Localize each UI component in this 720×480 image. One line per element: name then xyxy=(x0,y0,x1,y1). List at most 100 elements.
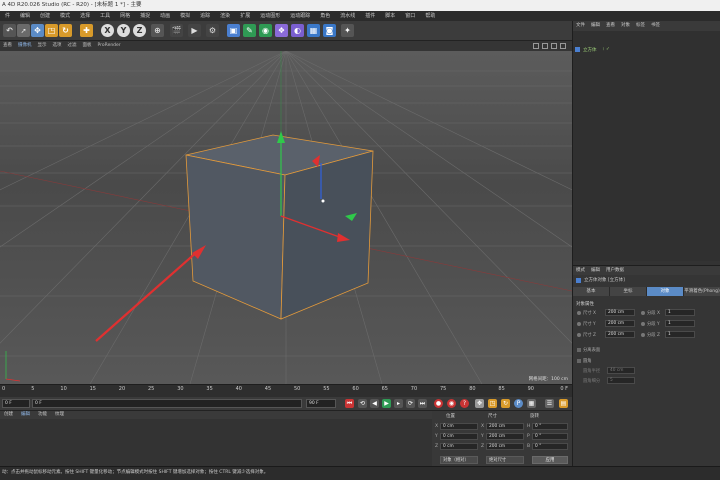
coordinate-system-button[interactable]: ⊕ xyxy=(151,24,164,37)
render-settings-button[interactable]: ⚙ xyxy=(206,24,219,37)
tab-object[interactable]: 对象 xyxy=(647,287,684,296)
vp-menu-options[interactable]: 选项 xyxy=(50,41,65,51)
material-menu-function[interactable]: 功能 xyxy=(34,411,51,419)
separate-surfaces-row[interactable]: 分离表面 xyxy=(577,347,600,353)
attr-menu-mode[interactable]: 模式 xyxy=(573,266,588,275)
size-z-field[interactable]: 200 cm xyxy=(486,443,524,450)
current-frame-slider[interactable]: 0 F xyxy=(32,399,302,408)
fillet-subdivision-input[interactable]: 5 xyxy=(607,377,635,384)
light-button[interactable]: ✦ xyxy=(341,24,354,37)
rotation-key-button[interactable]: ↻ xyxy=(501,399,510,408)
rotation-h-field[interactable]: 0 ° xyxy=(532,423,568,430)
menu-item-16[interactable]: 流水线 xyxy=(335,11,360,21)
next-frame-button[interactable]: ▸ xyxy=(394,399,403,408)
size-x-input[interactable]: 200 cm xyxy=(605,309,635,316)
om-menu-view[interactable]: 查看 xyxy=(603,21,618,31)
object-manager-list[interactable]: 立方体 ⁝ ✓ xyxy=(573,31,720,261)
om-menu-tags[interactable]: 标签 xyxy=(633,21,648,31)
menu-item-15[interactable]: 角色 xyxy=(315,11,335,21)
scale-key-button[interactable]: ◳ xyxy=(488,399,497,408)
zoom-icon[interactable] xyxy=(542,43,548,49)
material-menu-create[interactable]: 创建 xyxy=(0,411,17,419)
fillet-radius-input[interactable]: 40 cm xyxy=(607,367,635,374)
film-button[interactable]: ▤ xyxy=(559,399,568,408)
timeline-menu-button[interactable]: ☰ xyxy=(545,399,554,408)
go-to-end-button[interactable]: ⏭ xyxy=(418,399,427,408)
segments-y-input[interactable]: 1 xyxy=(665,320,695,327)
size-x-field[interactable]: 200 cm xyxy=(486,423,524,430)
end-frame-field[interactable]: 90 F xyxy=(306,399,336,408)
camera-button[interactable]: ◙ xyxy=(323,24,336,37)
tab-coord[interactable]: 坐标 xyxy=(610,287,647,296)
y-axis-lock-button[interactable]: Y xyxy=(117,24,130,37)
size-mode-dropdown[interactable]: 绝对尺寸 xyxy=(486,456,524,464)
rotation-p-field[interactable]: 0 ° xyxy=(532,433,568,440)
subdivision-button[interactable]: ◉ xyxy=(259,24,272,37)
menu-item-14[interactable]: 运动跟踪 xyxy=(285,11,315,21)
position-key-button[interactable]: ✥ xyxy=(475,399,484,408)
menu-item-20[interactable]: 帮助 xyxy=(420,11,440,21)
material-menu-edit[interactable]: 编辑 xyxy=(17,411,34,419)
floor-button[interactable]: ▦ xyxy=(307,24,320,37)
menu-item-4[interactable]: 选择 xyxy=(75,11,95,21)
tab-basic[interactable]: 基本 xyxy=(573,287,610,296)
scale-tool-button[interactable]: ◳ xyxy=(45,24,58,37)
undo-button[interactable]: ↶ xyxy=(3,24,16,37)
pen-spline-button[interactable]: ✎ xyxy=(243,24,256,37)
next-key-button[interactable]: ⟳ xyxy=(406,399,415,408)
visibility-dots-icon[interactable]: ⁝ xyxy=(603,47,604,52)
attr-menu-userdata[interactable]: 用户数据 xyxy=(603,266,627,275)
menu-item-8[interactable]: 动画 xyxy=(155,11,175,21)
select-arrow-button[interactable]: ➚ xyxy=(17,24,30,37)
cube-primitive-button[interactable]: ▣ xyxy=(227,24,240,37)
autokey-button[interactable]: ◉ xyxy=(447,399,456,408)
start-frame-field[interactable]: 0 F xyxy=(2,399,30,408)
timeline-ruler[interactable]: 0 F 0 5 10 15 20 25 30 35 40 45 50 55 60 65 70 75 80 85 90 xyxy=(0,384,572,397)
menu-item-19[interactable]: 窗口 xyxy=(400,11,420,21)
record-button[interactable]: ● xyxy=(434,399,443,408)
move-tool-button[interactable]: ✥ xyxy=(31,24,44,37)
segments-z-input[interactable]: 1 xyxy=(665,331,695,338)
array-button[interactable]: ❖ xyxy=(275,24,288,37)
om-menu-bookmarks[interactable]: 书签 xyxy=(648,21,663,31)
object-row-cube[interactable]: 立方体 ⁝ ✓ xyxy=(575,45,719,54)
perspective-viewport[interactable]: 网格间距：100 cm xyxy=(0,51,572,384)
pla-key-button[interactable]: ▦ xyxy=(527,399,536,408)
position-z-field[interactable]: 0 cm xyxy=(440,443,478,450)
recent-tool-button[interactable]: ✚ xyxy=(80,24,93,37)
cube-object[interactable] xyxy=(185,134,374,320)
enabled-check-icon[interactable]: ✓ xyxy=(606,47,610,52)
menu-item-18[interactable]: 脚本 xyxy=(380,11,400,21)
rotation-b-field[interactable]: 0 ° xyxy=(532,443,568,450)
tab-phong[interactable]: 平滑着色(Phong) xyxy=(684,287,720,296)
position-y-field[interactable]: 0 cm xyxy=(440,433,478,440)
vp-menu-prorender[interactable]: ProRender xyxy=(95,41,124,51)
rotate-tool-button[interactable]: ↻ xyxy=(59,24,72,37)
parameter-key-button[interactable]: P xyxy=(514,399,523,408)
z-axis-lock-button[interactable]: Z xyxy=(133,24,146,37)
vp-menu-filter[interactable]: 过滤 xyxy=(65,41,80,51)
render-picture-viewer-button[interactable]: ▶ xyxy=(188,24,201,37)
keyframe-selection-button[interactable]: ? xyxy=(460,399,469,408)
vp-menu-display[interactable]: 显示 xyxy=(35,41,50,51)
menu-item-10[interactable]: 追踪 xyxy=(195,11,215,21)
pan-icon[interactable] xyxy=(533,43,539,49)
menu-item-6[interactable]: 网格 xyxy=(115,11,135,21)
size-z-input[interactable]: 200 cm xyxy=(605,331,635,338)
vp-menu-view[interactable]: 查看 xyxy=(0,41,15,51)
om-menu-file[interactable]: 文件 xyxy=(573,21,588,31)
prev-frame-button[interactable]: ◀ xyxy=(370,399,379,408)
size-y-field[interactable]: 200 cm xyxy=(486,433,524,440)
material-menu-texture[interactable]: 纹理 xyxy=(51,411,68,419)
apply-button[interactable]: 应用 xyxy=(532,456,568,464)
menu-item-2[interactable]: 创建 xyxy=(35,11,55,21)
menu-item-17[interactable]: 插件 xyxy=(360,11,380,21)
menu-item-7[interactable]: 捕捉 xyxy=(135,11,155,21)
coord-mode-dropdown[interactable]: 对象（相对） xyxy=(440,456,478,464)
bend-deformer-button[interactable]: ◐ xyxy=(291,24,304,37)
menu-item-12[interactable]: 扩展 xyxy=(235,11,255,21)
menu-item-3[interactable]: 模式 xyxy=(55,11,75,21)
maximize-icon[interactable] xyxy=(560,43,566,49)
attr-menu-edit[interactable]: 编辑 xyxy=(588,266,603,275)
segments-x-input[interactable]: 1 xyxy=(665,309,695,316)
